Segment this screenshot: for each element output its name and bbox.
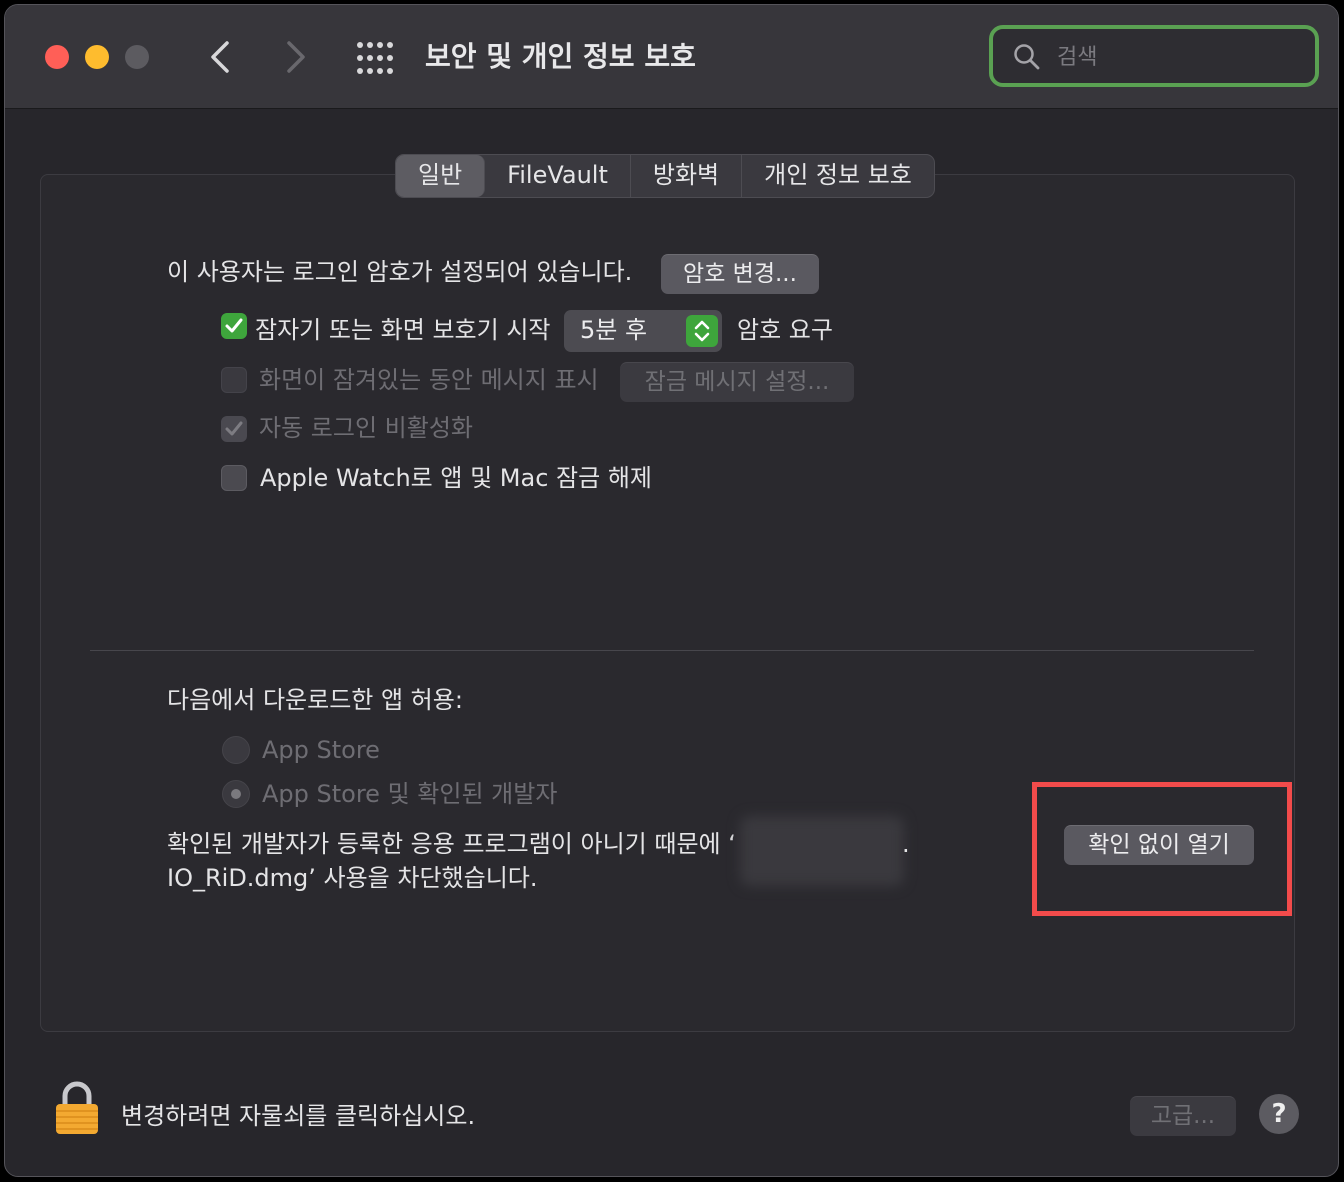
tab-filevault[interactable]: FileVault	[485, 155, 631, 197]
radio-app-store-identified[interactable]	[222, 780, 250, 808]
blocked-message-line2: IO_RiD.dmg’ 사용을 차단했습니다.	[167, 864, 538, 892]
require-password-suffix: 암호 요구	[737, 316, 833, 344]
redacted-filename	[740, 816, 904, 886]
tab-privacy[interactable]: 개인 정보 보호	[742, 155, 934, 197]
show-message-label: 화면이 잠겨있는 동안 메시지 표시	[259, 366, 599, 394]
checkmark-icon	[225, 421, 243, 436]
help-button[interactable]: ?	[1259, 1094, 1299, 1134]
window-title: 보안 및 개인 정보 보호	[425, 40, 696, 73]
zoom-window-button[interactable]	[125, 45, 149, 69]
change-password-button[interactable]: 암호 변경...	[661, 254, 819, 294]
disable-auto-login-checkbox[interactable]	[221, 416, 247, 442]
lock-message-button[interactable]: 잠금 메시지 설정...	[620, 362, 854, 402]
lock-instructions: 변경하려면 자물쇠를 클릭하십시오.	[121, 1102, 476, 1130]
password-delay-value: 5분 후	[580, 316, 648, 344]
blocked-message-line1: 확인된 개발자가 등록한 응용 프로그램이 아니기 때문에 ‘	[167, 830, 736, 858]
require-password-checkbox[interactable]	[221, 313, 247, 339]
allow-apps-heading: 다음에서 다운로드한 앱 허용:	[167, 686, 463, 714]
tab-bar: 일반 FileVault 방화벽 개인 정보 보호	[395, 154, 935, 198]
password-delay-popup[interactable]: 5분 후	[564, 310, 722, 352]
radio-app-store-label: App Store	[262, 736, 380, 764]
checkmark-icon	[225, 318, 243, 333]
close-window-button[interactable]	[45, 45, 69, 69]
advanced-button[interactable]: 고급...	[1130, 1096, 1236, 1136]
forward-chevron-icon[interactable]	[275, 35, 315, 79]
show-all-grid-icon[interactable]	[355, 40, 395, 76]
back-chevron-icon[interactable]	[201, 35, 241, 79]
search-input[interactable]	[1055, 39, 1299, 75]
show-message-checkbox[interactable]	[221, 367, 247, 393]
apple-watch-unlock-label: Apple Watch로 앱 및 Mac 잠금 해제	[260, 464, 652, 492]
radio-selected-dot	[231, 789, 241, 799]
updown-chevron-icon	[686, 315, 718, 347]
require-password-label: 잠자기 또는 화면 보호기 시작	[255, 316, 551, 344]
disable-auto-login-label: 자동 로그인 비활성화	[259, 414, 473, 442]
title-bar: 보안 및 개인 정보 보호	[5, 5, 1338, 109]
lock-icon[interactable]	[54, 1080, 100, 1136]
search-field[interactable]	[989, 25, 1319, 87]
tab-firewall[interactable]: 방화벽	[631, 155, 743, 197]
highlight-box	[1032, 782, 1292, 916]
tab-general[interactable]: 일반	[396, 155, 486, 197]
search-icon	[1014, 44, 1040, 70]
minimize-window-button[interactable]	[85, 45, 109, 69]
section-divider	[90, 650, 1254, 651]
password-status-text: 이 사용자는 로그인 암호가 설정되어 있습니다.	[167, 258, 633, 286]
radio-app-store[interactable]	[222, 736, 250, 764]
blocked-message-line1-end: .	[902, 830, 910, 858]
radio-app-store-identified-label: App Store 및 확인된 개발자	[262, 780, 558, 808]
apple-watch-unlock-checkbox[interactable]	[221, 465, 247, 491]
